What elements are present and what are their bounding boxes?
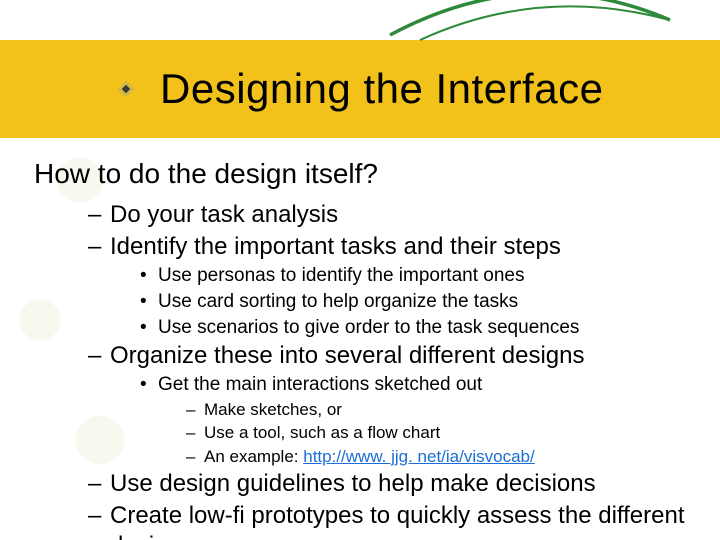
item-text: Use design guidelines to help make decis…: [110, 470, 596, 497]
list-item: Do your task analysis: [88, 200, 700, 230]
item-text: An example:: [204, 447, 303, 466]
list-item: Create low-fi prototypes to quickly asse…: [88, 501, 700, 540]
example-link[interactable]: http://www. jjg. net/ia/visvocab/: [303, 447, 535, 466]
outline-level-1: Do your task analysis Identify the impor…: [88, 200, 700, 540]
item-text: Do your task analysis: [110, 201, 338, 228]
body-heading: How to do the design itself?: [34, 158, 700, 190]
item-text: Make sketches, or: [204, 400, 342, 419]
item-text: Organize these into several different de…: [110, 342, 585, 369]
list-item: Use personas to identify the important o…: [140, 264, 700, 288]
outline-level-2: Get the main interactions sketched out M…: [140, 373, 700, 467]
list-item: Make sketches, or: [186, 399, 700, 420]
title-bullet-icon: [118, 81, 134, 97]
list-item: Use design guidelines to help make decis…: [88, 469, 700, 499]
item-text: Use scenarios to give order to the task …: [158, 317, 579, 338]
decorative-swoosh: [380, 0, 680, 60]
item-text: Use personas to identify the important o…: [158, 265, 524, 286]
list-item: Use card sorting to help organize the ta…: [140, 290, 700, 314]
list-item: Use scenarios to give order to the task …: [140, 316, 700, 340]
list-item: Identify the important tasks and their s…: [88, 232, 700, 339]
list-item: Get the main interactions sketched out M…: [140, 373, 700, 467]
slide-title: Designing the Interface: [160, 65, 603, 113]
item-text: Create low-fi prototypes to quickly asse…: [110, 502, 685, 540]
outline-level-3: Make sketches, or Use a tool, such as a …: [186, 399, 700, 467]
item-text: Use a tool, such as a flow chart: [204, 423, 440, 442]
item-text: Identify the important tasks and their s…: [110, 233, 561, 260]
list-item: An example: http://www. jjg. net/ia/visv…: [186, 446, 700, 467]
list-item: Organize these into several different de…: [88, 341, 700, 467]
outline-level-2: Use personas to identify the important o…: [140, 264, 700, 339]
item-text: Use card sorting to help organize the ta…: [158, 291, 518, 312]
list-item: Use a tool, such as a flow chart: [186, 422, 700, 443]
slide-body: How to do the design itself? Do your tas…: [34, 150, 700, 540]
item-text: Get the main interactions sketched out: [158, 374, 482, 395]
